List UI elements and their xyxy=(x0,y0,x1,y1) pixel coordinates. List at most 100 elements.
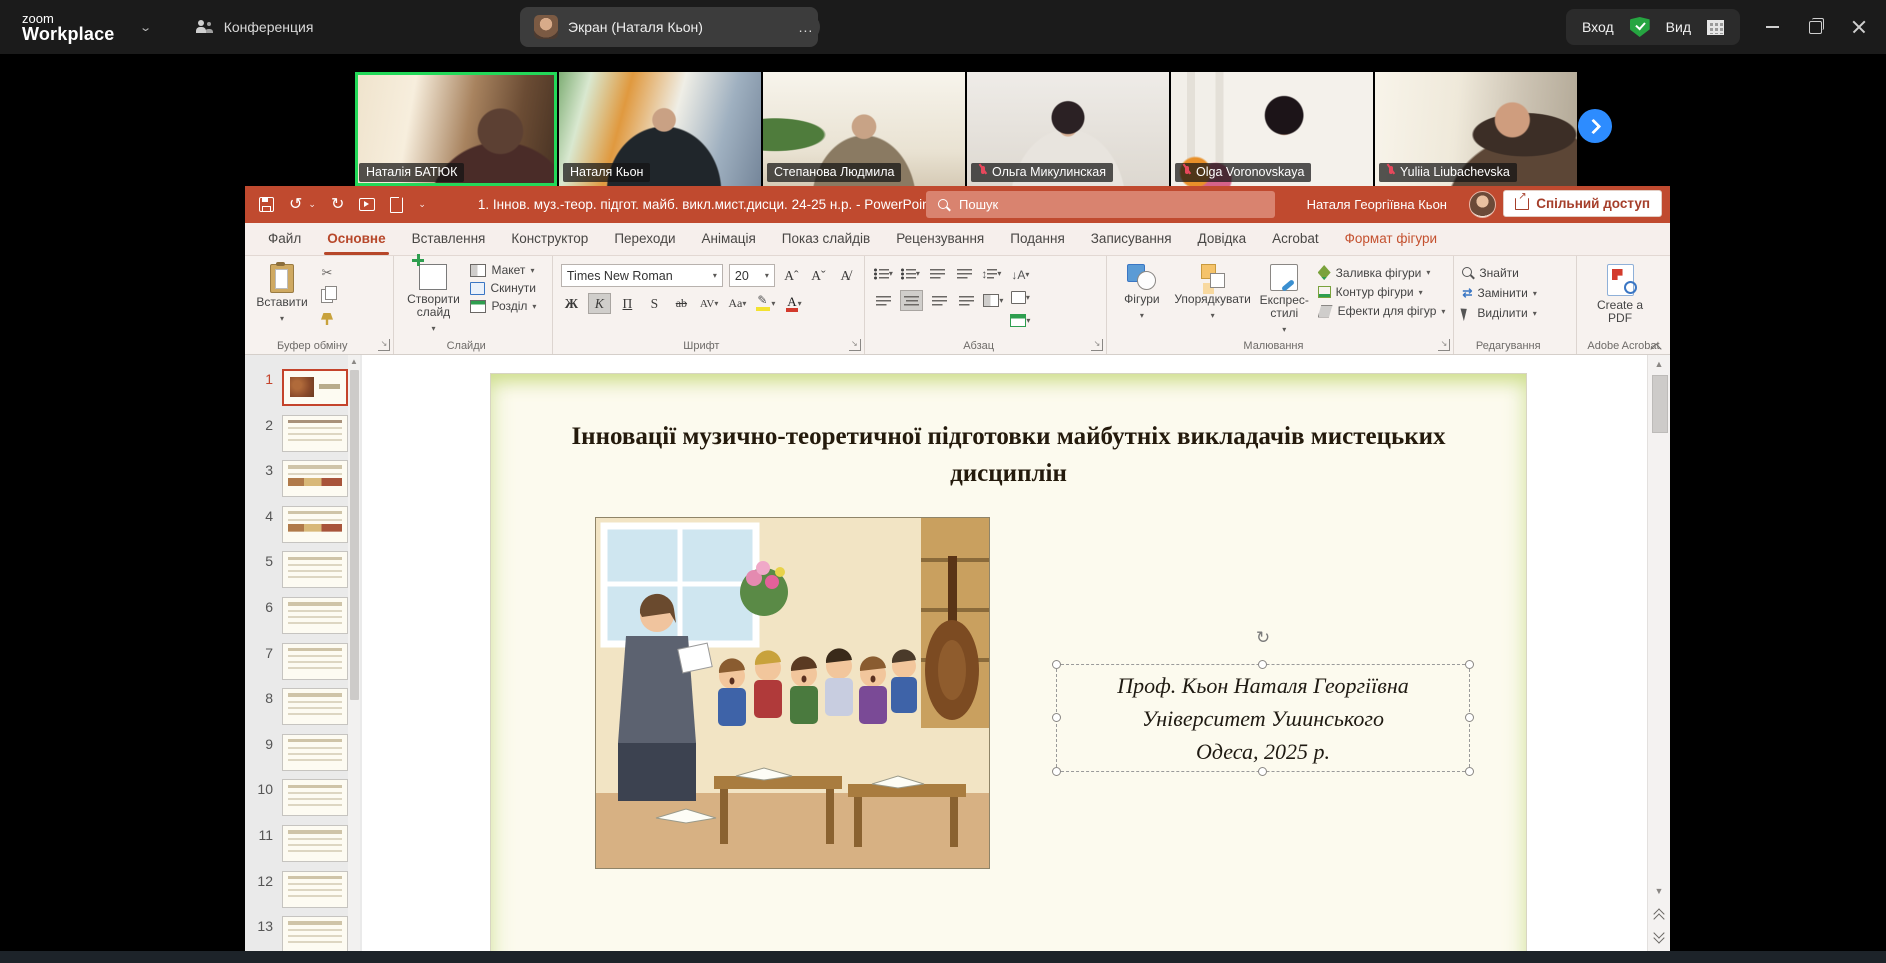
strikethrough-button[interactable]: ab xyxy=(671,294,692,313)
columns-button[interactable]: ▾ xyxy=(983,291,1004,310)
copy-button[interactable] xyxy=(317,287,337,305)
new-file-icon[interactable] xyxy=(390,197,403,213)
gallery-view-icon[interactable] xyxy=(1707,20,1724,35)
ribbon-tab[interactable]: Вставлення xyxy=(399,231,499,255)
numbering-button[interactable]: ▾ xyxy=(900,264,921,283)
resize-handle[interactable] xyxy=(1258,660,1267,669)
next-participants-arrow-button[interactable] xyxy=(1578,109,1612,143)
minimize-button[interactable] xyxy=(1766,26,1779,28)
ribbon-tab[interactable]: Подання xyxy=(997,231,1078,255)
line-spacing-button[interactable]: ↕▾ xyxy=(981,264,1002,283)
ribbon-tab[interactable]: Переходи xyxy=(601,231,688,255)
undo-icon[interactable]: ↺ xyxy=(289,197,302,213)
align-text-button[interactable]: ▾ xyxy=(1010,288,1031,307)
workspace-chevron-down-icon[interactable]: ⌄ xyxy=(139,21,152,34)
ribbon-tab[interactable]: Acrobat xyxy=(1259,231,1332,255)
slide-thumbnail[interactable] xyxy=(282,734,348,771)
paste-button[interactable]: Вставити ▾ xyxy=(253,262,311,336)
undo-dropdown-icon[interactable]: ⌄ xyxy=(308,199,316,210)
ribbon-tab[interactable]: Анімація xyxy=(689,231,769,255)
font-size-combobox[interactable]: 20▾ xyxy=(729,264,775,287)
next-slide-icon[interactable] xyxy=(1653,929,1665,937)
previous-slide-icon[interactable] xyxy=(1653,907,1665,915)
signin-button[interactable]: Вход xyxy=(1582,19,1614,35)
slide-thumbnail[interactable] xyxy=(282,825,348,862)
section-button[interactable]: Розділ▾ xyxy=(470,299,536,313)
shape-effects-button[interactable]: Ефекти для фігур▾ xyxy=(1318,304,1446,318)
decrease-indent-button[interactable] xyxy=(927,264,948,283)
slide-thumbnail[interactable] xyxy=(282,369,348,406)
clear-formatting-button[interactable]: A̸ xyxy=(835,266,856,285)
view-button[interactable]: Вид xyxy=(1666,19,1691,35)
rotate-handle-icon[interactable]: ↻ xyxy=(1254,629,1272,647)
ribbon-tab[interactable]: Довідка xyxy=(1185,231,1260,255)
slide-thumbnail[interactable] xyxy=(282,506,348,543)
slide-thumbnail-row[interactable]: 4 xyxy=(253,506,348,544)
ribbon-tab[interactable]: Конструктор xyxy=(498,231,601,255)
slide-thumbnail-row[interactable]: 1 xyxy=(253,369,348,407)
slide-thumbnail-row[interactable]: 11 xyxy=(253,825,348,863)
change-case-button[interactable]: Aa▾ xyxy=(726,294,748,313)
slide-thumbnail-row[interactable]: 3 xyxy=(253,460,348,498)
slide-thumbnail-row[interactable]: 2 xyxy=(253,415,348,453)
scrollbar-thumb[interactable] xyxy=(350,370,359,700)
participant-video-tile[interactable]: Olga Voronovskaya xyxy=(1171,72,1373,186)
participant-video-tile[interactable]: Степанова Людмила xyxy=(763,72,965,186)
resize-handle[interactable] xyxy=(1465,767,1474,776)
restore-button[interactable] xyxy=(1809,21,1822,34)
ribbon-tab[interactable]: Файл xyxy=(255,231,314,255)
slide-thumbnail-row[interactable]: 8 xyxy=(253,688,348,726)
format-painter-button[interactable] xyxy=(317,310,337,328)
drawing-dialog-launcher-icon[interactable]: ↘ xyxy=(1438,339,1450,351)
shrink-font-button[interactable]: Aˇ xyxy=(808,266,829,285)
slide-title[interactable]: Інновації музично-теоретичної підготовки… xyxy=(561,418,1456,492)
slide-canvas[interactable]: Інновації музично-теоретичної підготовки… xyxy=(490,373,1527,963)
ribbon-tab[interactable]: Рецензування xyxy=(883,231,997,255)
align-left-button[interactable] xyxy=(873,291,894,310)
new-slide-button[interactable]: Створити слайд ▾ xyxy=(402,262,464,336)
convert-smartart-button[interactable]: ▾ xyxy=(1010,311,1031,330)
participant-video-tile[interactable]: Наталя Кьон xyxy=(559,72,761,186)
select-button[interactable]: Виділити▾ xyxy=(1462,306,1536,320)
resize-handle[interactable] xyxy=(1052,660,1061,669)
slide-thumbnail-row[interactable]: 12 xyxy=(253,871,348,909)
reset-button[interactable]: Скинути xyxy=(470,281,536,295)
slide-thumbnail[interactable] xyxy=(282,871,348,908)
ribbon-tab[interactable]: Показ слайдів xyxy=(769,231,883,255)
slide-thumbnail-row[interactable]: 13 xyxy=(253,916,348,954)
resize-handle[interactable] xyxy=(1052,767,1061,776)
resize-handle[interactable] xyxy=(1258,767,1267,776)
cut-button[interactable]: ✂ xyxy=(317,264,337,282)
slide-thumbnail[interactable] xyxy=(282,643,348,680)
credit-text-box[interactable]: Проф. Кьон Наталя Георгіївна Університет… xyxy=(1056,664,1470,772)
slide-thumbnail[interactable] xyxy=(282,688,348,725)
participant-video-tile[interactable]: Ольга Микулинская xyxy=(967,72,1169,186)
slide-illustration[interactable] xyxy=(595,517,990,869)
slide-thumbnail-row[interactable]: 9 xyxy=(253,734,348,772)
start-slideshow-icon[interactable] xyxy=(359,198,375,211)
justify-button[interactable] xyxy=(956,291,977,310)
thumbnail-scrollbar[interactable]: ▲ xyxy=(348,355,360,963)
slide-thumbnail-row[interactable]: 6 xyxy=(253,597,348,635)
text-shadow-button[interactable]: S xyxy=(644,294,665,313)
tab-screen-share[interactable]: Экран (Наталя Кьон) xyxy=(520,7,818,47)
find-button[interactable]: Знайти xyxy=(1462,266,1536,280)
create-pdf-button[interactable]: Create a PDF xyxy=(1585,262,1655,336)
paragraph-dialog-launcher-icon[interactable]: ↘ xyxy=(1091,339,1103,351)
text-direction-button[interactable]: ↓A▾ xyxy=(1010,265,1031,284)
shape-fill-button[interactable]: Заливка фігури▾ xyxy=(1318,265,1446,280)
resize-handle[interactable] xyxy=(1465,660,1474,669)
bold-button[interactable]: Ж xyxy=(561,294,582,313)
participant-video-tile[interactable]: Yuliia Liubachevska xyxy=(1375,72,1577,186)
resize-handle[interactable] xyxy=(1465,713,1474,722)
character-spacing-button[interactable]: AV▾ xyxy=(698,294,721,313)
slide-thumbnail[interactable] xyxy=(282,415,348,452)
align-right-button[interactable] xyxy=(929,291,950,310)
participant-video-tile[interactable]: Наталія БАТЮК xyxy=(355,72,557,186)
user-name[interactable]: Наталя Георгіївна Кьон xyxy=(1307,197,1447,212)
slide-thumbnail[interactable] xyxy=(282,597,348,634)
share-button[interactable]: Спільний доступ xyxy=(1503,190,1662,217)
slide-thumbnail[interactable] xyxy=(282,779,348,816)
align-center-button[interactable] xyxy=(900,290,923,311)
ribbon-tab[interactable]: Формат фігури xyxy=(1332,231,1450,255)
